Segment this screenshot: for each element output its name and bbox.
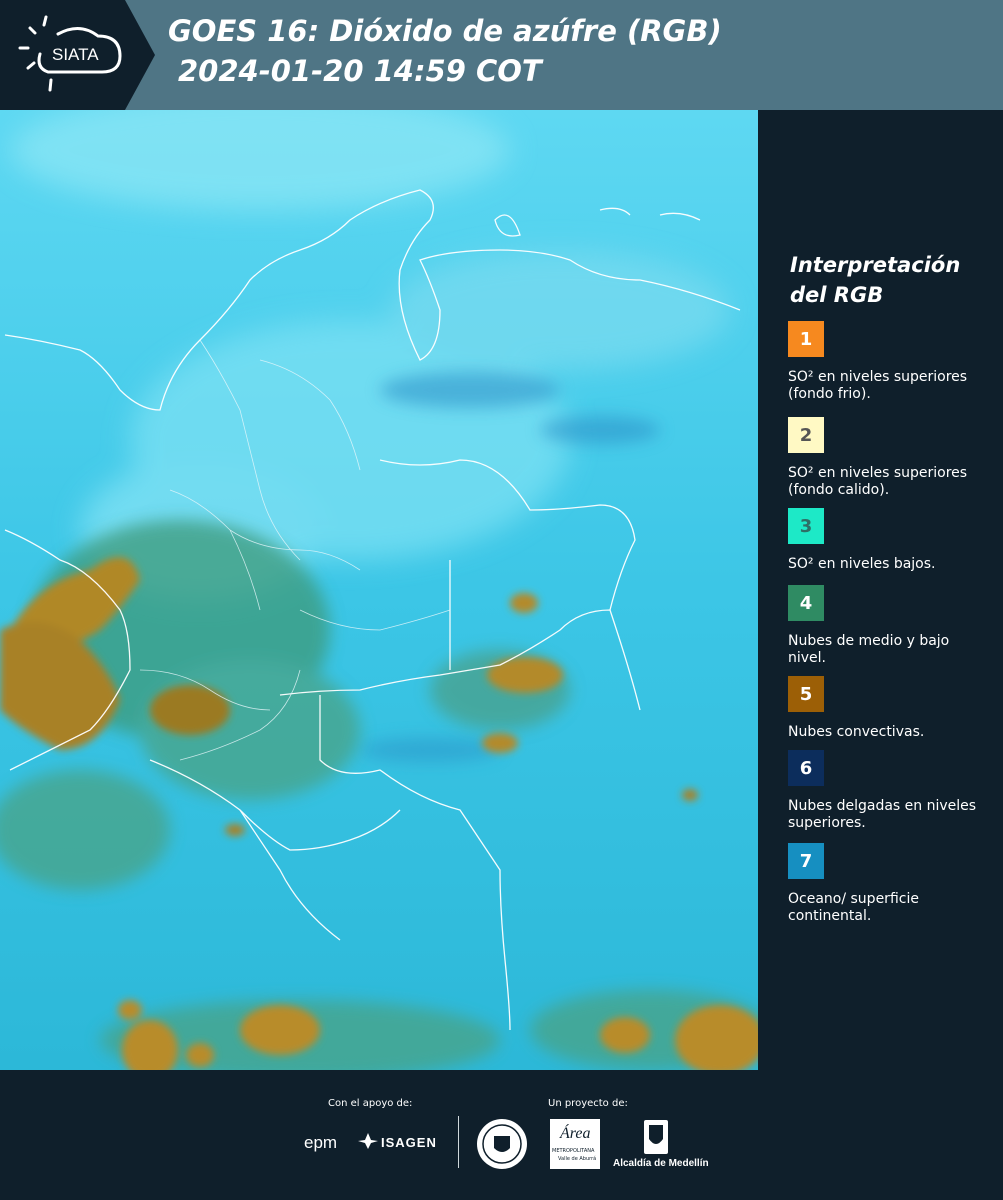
legend-swatch-1: 1 [788, 321, 824, 357]
satellite-image [0, 110, 758, 1070]
legend-item-1: 1 SO² en niveles superiores (fondo frio)… [788, 321, 988, 403]
legend-label-1: SO² en niveles superiores (fondo frio). [788, 369, 968, 402]
legend-swatch-4: 4 [788, 585, 824, 621]
support-label: Con el apoyo de: [328, 1098, 413, 1109]
legend-label-6: Nubes delgadas en niveles superiores. [788, 798, 977, 831]
area-logo-sub2: Valle de Aburrá [558, 1156, 597, 1162]
header: SIATA GOES 16: Dióxido de azúfre (RGB) 2… [0, 0, 1003, 110]
map-timestamp: 2024-01-20 14:59 COT [178, 54, 542, 88]
project-label: Un proyecto de: [548, 1098, 628, 1109]
legend-label-5: Nubes convectivas. [788, 724, 925, 740]
siata-logo: SIATA [0, 0, 155, 110]
area-metropolitana-logo: Área METROPOLITANA Valle de Aburrá [550, 1119, 600, 1169]
area-logo-text: Área [560, 1125, 591, 1142]
legend-item-7: 7 Oceano/ superficie continental. [788, 843, 988, 925]
legend-label-3: SO² en niveles bajos. [788, 556, 936, 572]
alcaldia-label: Alcaldía de Medellín [613, 1158, 709, 1169]
isagen-icon [358, 1132, 378, 1154]
legend-label-7: Oceano/ superficie continental. [788, 891, 919, 924]
satellite-map [0, 110, 758, 1070]
legend-item-6: 6 Nubes delgadas en niveles superiores. [788, 750, 988, 832]
legend-item-2: 2 SO² en niveles superiores (fondo calid… [788, 417, 988, 499]
alcaldia-shield-icon [643, 1119, 669, 1159]
svg-text:SIATA: SIATA [52, 45, 99, 64]
legend-item-3: 3 SO² en niveles bajos. [788, 508, 988, 573]
area-logo-sub1: METROPOLITANA [552, 1148, 595, 1154]
legend-swatch-2: 2 [788, 417, 824, 453]
legend-swatch-7: 7 [788, 843, 824, 879]
legend-swatch-6: 6 [788, 750, 824, 786]
medellin-seal-icon [476, 1118, 528, 1174]
epm-logo: epm [304, 1133, 338, 1152]
footer-divider [458, 1116, 459, 1168]
isagen-logo: ISAGEN [381, 1135, 437, 1150]
legend-label-4: Nubes de medio y bajo nivel. [788, 633, 950, 666]
legend-panel: Interpretación del RGB 1 SO² en niveles … [758, 110, 1003, 1070]
legend-swatch-3: 3 [788, 508, 824, 544]
legend-title: Interpretación del RGB [790, 253, 961, 307]
footer: Con el apoyo de: epm ISAGEN Un proyecto … [0, 1070, 1003, 1200]
legend-swatch-5: 5 [788, 676, 824, 712]
legend-item-4: 4 Nubes de medio y bajo nivel. [788, 585, 988, 667]
legend-item-5: 5 Nubes convectivas. [788, 676, 988, 741]
legend-label-2: SO² en niveles superiores (fondo calido)… [788, 465, 968, 498]
siata-logo-shape: SIATA [0, 0, 155, 110]
map-title: GOES 16: Dióxido de azúfre (RGB) [168, 14, 722, 48]
